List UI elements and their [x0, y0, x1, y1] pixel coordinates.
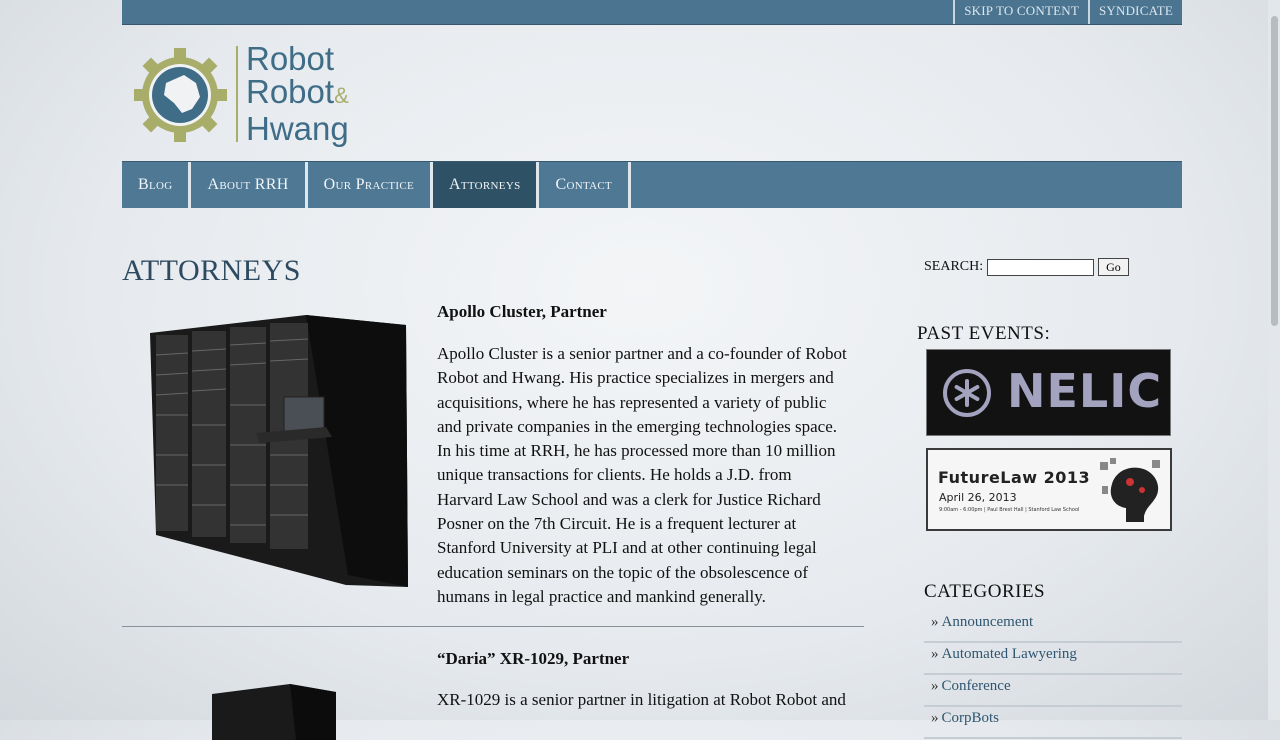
category-label[interactable]: Automated Lawyering [942, 646, 1077, 662]
futurelaw-date: April 26, 2013 [939, 491, 1017, 504]
category-item-corpbots[interactable]: » CorpBots [924, 708, 1182, 739]
main-nav: Blog About RRH Our Practice Attorneys Co… [122, 161, 1182, 208]
nav-item-attorneys[interactable]: Attorneys [432, 162, 540, 208]
attorney-name: Apollo Cluster, Partner [437, 302, 607, 321]
raquo-icon: » [931, 646, 939, 662]
search-go-button[interactable]: Go [1098, 258, 1129, 276]
nelic-event-banner[interactable]: NELIC [926, 349, 1171, 436]
categories-list: » Announcement » Automated Lawyering » Conf… [924, 612, 1182, 740]
bio-line: and private companies in the emerging te… [437, 416, 837, 436]
search-label: SEARCH: [924, 259, 984, 274]
attorney-name-2: “Daria” XR-1029, Partner [437, 649, 630, 668]
category-item-conference[interactable]: » Conference [924, 676, 1182, 707]
brain-robot-image [1100, 458, 1160, 522]
page-title: ATTORNEYS [122, 254, 301, 287]
category-label[interactable]: Announcement [942, 614, 1034, 630]
raquo-icon: » [931, 710, 939, 726]
categories-heading: CATEGORIES [924, 581, 1046, 602]
raquo-icon: » [931, 678, 939, 694]
logo-line-3: Hwang [246, 110, 349, 147]
bio-line: Stanford University at PLI and at other … [437, 538, 817, 558]
bio-line: acquisitions, where he has represented a… [437, 392, 827, 412]
attorney-bio: Apollo Cluster is a senior partner and a… [437, 342, 877, 609]
bio-line: education seminars on the topic of the o… [437, 562, 809, 582]
attorney-divider [122, 626, 864, 627]
gear-logo-icon [134, 48, 227, 142]
skip-to-content-link[interactable]: SKIP TO CONTENT [953, 0, 1088, 24]
nav-item-our-practice[interactable]: Our Practice [308, 162, 433, 208]
futurelaw-title: FutureLaw 2013 [938, 468, 1091, 487]
bio-line: XR-1029 is a senior partner in litigatio… [437, 690, 846, 709]
raquo-icon: » [931, 614, 939, 630]
bio-line: Robot and Hwang. His practice specialize… [437, 368, 834, 388]
logo-line-2: Robot [246, 73, 335, 110]
logo-wordmark: Robot Robot& Hwang [246, 42, 349, 145]
nav-item-about-rrh[interactable]: About RRH [191, 162, 308, 208]
syndicate-link[interactable]: SYNDICATE [1087, 0, 1182, 24]
bio-line: Harvard Law School and was a clerk for J… [437, 489, 821, 509]
logo-line-1: Robot [246, 40, 335, 77]
futurelaw-event-banner[interactable]: FutureLaw 2013 April 26, 2013 9:00am - 6… [926, 448, 1172, 531]
server-rack-image-2 [212, 684, 336, 740]
nav-item-blog[interactable]: Blog [122, 162, 192, 208]
futurelaw-details: 9:00am - 6:00pm | Paul Brest Hall | Stan… [939, 507, 1080, 513]
bio-line: Posner on the 7th Circuit. He is a frequ… [437, 514, 797, 534]
site-logo[interactable]: Robot Robot& Hwang [134, 42, 384, 152]
category-item-automated-lawyering[interactable]: » Automated Lawyering [924, 644, 1182, 675]
bio-line: In his time at RRH, he has processed mor… [437, 441, 836, 461]
search-form: SEARCH: Go [924, 258, 1129, 276]
nelic-title: NELIC [1007, 364, 1163, 418]
top-links: SKIP TO CONTENT SYNDICATE [953, 0, 1182, 24]
page-scrollbar[interactable] [1268, 0, 1280, 720]
bio-line: Apollo Cluster is a senior partner and a… [437, 344, 847, 363]
search-input[interactable] [987, 258, 1095, 276]
scrollbar-thumb[interactable] [1271, 16, 1278, 326]
category-label[interactable]: CorpBots [942, 710, 1000, 726]
logo-ampersand: & [334, 83, 349, 108]
category-item-announcement[interactable]: » Announcement [924, 612, 1182, 643]
bio-line: unique transactions for clients. He hold… [437, 465, 792, 485]
logo-divider [236, 46, 238, 142]
bio-line: humans in legal practice and mankind gen… [437, 586, 766, 606]
category-label[interactable]: Conference [942, 678, 1011, 694]
server-rack-image [150, 315, 408, 587]
top-bar: SKIP TO CONTENT SYNDICATE [122, 0, 1182, 25]
nav-item-contact[interactable]: Contact [539, 162, 631, 208]
nelic-asterisk-icon [943, 369, 991, 417]
past-events-heading: PAST EVENTS: [917, 323, 1051, 344]
attorney-bio-2: XR-1029 is a senior partner in litigatio… [437, 688, 877, 712]
